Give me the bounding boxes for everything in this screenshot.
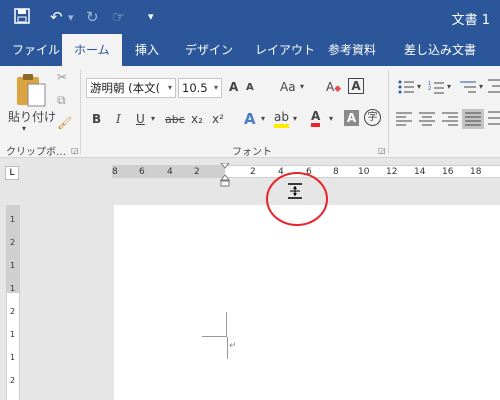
cut-icon[interactable]: ✂ — [57, 70, 67, 84]
shrink-font-icon[interactable]: A — [246, 82, 254, 93]
clipboard-group-label: クリップボ… — [6, 147, 66, 158]
copy-icon[interactable]: ⧉ — [57, 93, 66, 108]
numbering-dropdown-icon[interactable]: ▾ — [447, 82, 451, 91]
format-painter-icon[interactable]: 🖌 — [57, 116, 72, 130]
title-bar: ↶ ▾ ↻ ☞ ▾ 文書 1 — [0, 0, 500, 34]
numbering-icon[interactable]: 12 — [428, 80, 444, 97]
tab-file[interactable]: ファイル — [12, 34, 60, 66]
ruler-tick: 1 — [10, 261, 16, 270]
ruler-tick: 1 — [10, 284, 16, 293]
document-title: 文書 1 — [451, 13, 490, 28]
ruler-tick: 4 — [167, 167, 173, 177]
bullets-dropdown-icon[interactable]: ▾ — [417, 82, 421, 91]
bold-icon[interactable]: B — [92, 112, 101, 126]
undo-dropdown-icon[interactable]: ▾ — [68, 11, 74, 24]
ruler-tick: 2 — [10, 307, 16, 316]
ruler-tick: 16 — [442, 167, 454, 177]
superscript-icon[interactable]: x² — [212, 112, 224, 126]
subscript-icon[interactable]: x₂ — [191, 112, 203, 126]
font-size-value: 10.5 — [182, 81, 208, 95]
multilevel-list-icon[interactable] — [460, 80, 476, 97]
chevron-down-icon: ▾ — [167, 83, 172, 92]
ruler-tick: 8 — [333, 167, 339, 177]
ribbon-separator — [80, 70, 81, 154]
save-icon[interactable] — [14, 8, 30, 28]
multilevel-dropdown-icon[interactable]: ▾ — [479, 82, 483, 91]
undo-icon[interactable]: ↶ — [50, 8, 63, 26]
font-group-label: フォント — [232, 147, 272, 158]
font-launcher-icon[interactable]: ◲ — [378, 146, 386, 155]
vertical-ruler[interactable]: 1 2 1 1 2 1 1 2 — [6, 205, 20, 400]
clear-formatting-icon[interactable]: A◆ — [326, 80, 341, 94]
indent-marker-icon[interactable] — [219, 162, 231, 191]
ruler-tick: 2 — [10, 238, 16, 247]
underline-icon[interactable]: U — [136, 112, 145, 126]
text-cursor — [227, 337, 228, 359]
chevron-down-icon: ▾ — [213, 83, 218, 92]
distributed-icon[interactable] — [488, 110, 500, 129]
tab-mailings[interactable]: 差し込み文書 — [404, 34, 476, 66]
paste-button[interactable]: 貼り付け — [8, 108, 56, 125]
tab-home[interactable]: ホーム — [62, 34, 122, 66]
font-name-combo[interactable]: 游明朝 (本文( ▾ — [86, 78, 176, 98]
character-border-icon[interactable]: A — [348, 78, 364, 94]
bullets-icon[interactable] — [398, 80, 414, 97]
italic-icon[interactable]: I — [116, 112, 121, 126]
ruler-tick: 2 — [194, 167, 200, 177]
touch-mode-icon[interactable]: ☞ — [112, 8, 125, 26]
text-effects-dropdown-icon[interactable]: ▾ — [261, 114, 265, 123]
font-color-icon[interactable]: A — [311, 109, 321, 127]
ruler-tick: 14 — [414, 167, 426, 177]
ruler-tick: 10 — [358, 167, 370, 177]
ruler-tick: 1 — [10, 353, 16, 362]
underline-dropdown-icon[interactable]: ▾ — [151, 114, 155, 123]
highlight-circle — [266, 172, 328, 226]
document-page[interactable]: ↵ — [114, 205, 500, 400]
ruler-tick: 18 — [470, 167, 482, 177]
tab-references[interactable]: 参考資料 — [328, 34, 376, 66]
font-color-dropdown-icon[interactable]: ▾ — [329, 114, 333, 123]
highlight-dropdown-icon[interactable]: ▾ — [293, 114, 297, 123]
customize-qat-icon[interactable]: ▾ — [148, 10, 154, 23]
justify-icon[interactable] — [462, 109, 484, 129]
highlight-color-icon[interactable]: ab — [274, 110, 289, 128]
character-shading-icon[interactable]: A — [344, 110, 359, 126]
clipboard-launcher-icon[interactable]: ◲ — [71, 146, 79, 155]
ribbon-separator — [388, 70, 389, 154]
tab-layout[interactable]: レイアウト — [255, 34, 315, 66]
paste-icon[interactable] — [14, 72, 48, 111]
align-right-icon[interactable] — [442, 112, 458, 129]
text-effects-icon[interactable]: A — [244, 110, 256, 128]
font-size-combo[interactable]: 10.5 ▾ — [178, 78, 222, 98]
ribbon-tabs: ファイル ホーム 挿入 デザイン レイアウト 参考資料 差し込み文書 — [0, 34, 500, 66]
change-case-icon[interactable]: Aa — [280, 80, 296, 94]
align-center-icon[interactable] — [419, 112, 435, 129]
align-left-icon[interactable] — [396, 112, 412, 129]
enclose-characters-icon[interactable]: 字 — [364, 109, 381, 126]
grow-font-icon[interactable]: A — [229, 80, 238, 94]
ruler-tick: 1 — [10, 330, 16, 339]
font-name-value: 游明朝 (本文( — [90, 81, 161, 95]
tab-insert[interactable]: 挿入 — [135, 34, 159, 66]
paragraph-mark: ↵ — [229, 341, 237, 351]
ruler-tick: 12 — [386, 167, 398, 177]
tab-design[interactable]: デザイン — [185, 34, 233, 66]
ribbon: 貼り付け ▾ ✂ ⧉ 🖌 クリップボ… ◲ 游明朝 (本文( ▾ 10.5 ▾ … — [0, 66, 500, 158]
ruler-tick: 2 — [250, 167, 256, 177]
svg-text:2: 2 — [428, 86, 431, 92]
margin-corner-mark — [202, 312, 227, 337]
paste-dropdown-icon[interactable]: ▾ — [22, 124, 26, 133]
ruler-tick: 2 — [10, 376, 16, 385]
strikethrough-icon[interactable]: abc — [165, 113, 185, 126]
tab-selector[interactable]: L — [5, 166, 19, 180]
change-case-dropdown-icon[interactable]: ▾ — [300, 82, 304, 91]
ruler-tick: 8 — [112, 167, 118, 177]
ruler-tick: 6 — [139, 167, 145, 177]
repeat-icon[interactable]: ↻ — [86, 8, 99, 26]
ruler-tick: 1 — [10, 215, 16, 224]
decrease-indent-icon[interactable] — [488, 78, 500, 97]
